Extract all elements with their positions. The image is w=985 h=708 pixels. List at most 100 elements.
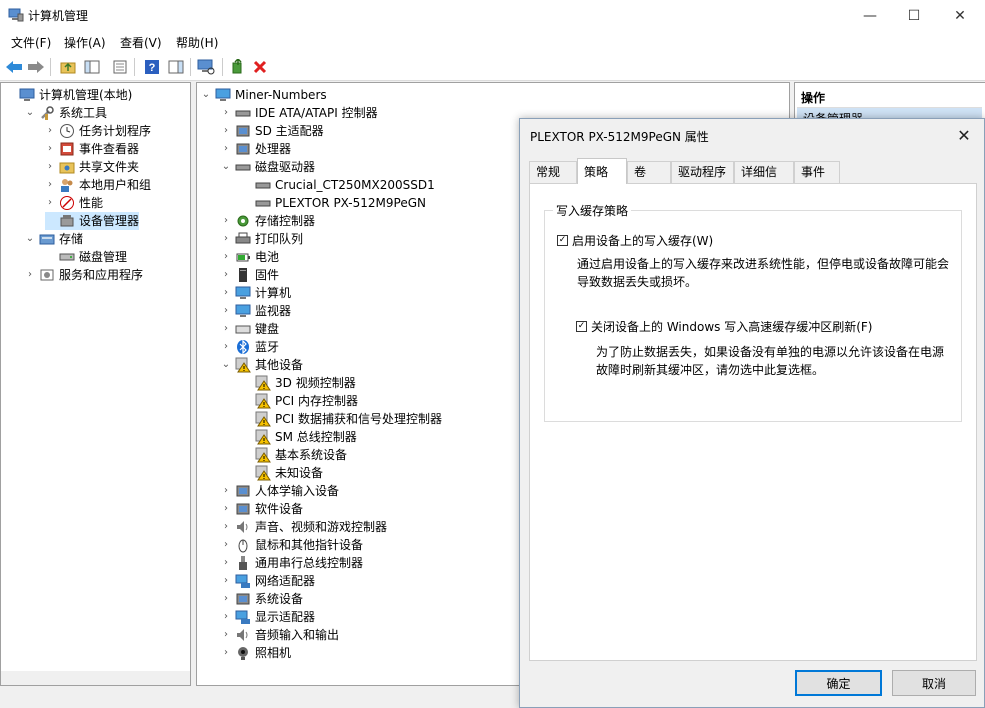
back-arrow-icon[interactable] [4,57,24,77]
tree-device-manager[interactable]: 设备管理器 [45,212,140,230]
tab-volumes[interactable]: 卷 [627,161,671,183]
chevron-right-icon[interactable]: › [221,554,231,572]
device-tree-item[interactable]: › IDE ATA/ATAPI 控制器 [221,104,378,122]
chevron-right-icon[interactable]: › [221,266,231,284]
chevron-right-icon[interactable]: › [221,320,231,338]
chevron-right-icon[interactable]: › [221,518,231,536]
device-tree-item[interactable]: › 计算机 [221,284,291,302]
device-tree-item[interactable]: › 电池 [221,248,279,266]
show-hide-tree-icon[interactable] [82,57,102,77]
properties-icon[interactable] [110,57,130,77]
tree-shared-folders[interactable]: › 共享文件夹 [45,158,139,176]
chevron-right-icon[interactable]: › [221,338,231,356]
chevron-right-icon[interactable]: › [221,482,231,500]
maximize-button[interactable]: ☐ [891,0,937,31]
device-tree-item[interactable]: › 显示适配器 [221,608,315,626]
forward-arrow-icon[interactable] [26,57,46,77]
tab-driver[interactable]: 驱动程序 [671,161,734,183]
chevron-right-icon[interactable]: › [45,176,55,194]
minimize-button[interactable]: — [847,0,893,31]
help-icon[interactable]: ? [142,57,162,77]
device-tree-item[interactable]: › 声音、视频和游戏控制器 [221,518,387,536]
device-tree-item[interactable]: › 处理器 [221,140,291,158]
tree-services-applications[interactable]: › 服务和应用程序 [25,266,143,284]
device-tree-item[interactable]: PCI 数据捕获和信号处理控制器 [241,410,442,428]
chevron-right-icon[interactable]: › [221,302,231,320]
chevron-right-icon[interactable]: › [221,590,231,608]
device-tree-item[interactable]: ⌄ 磁盘驱动器 [221,158,315,176]
tree-event-viewer[interactable]: › 事件查看器 [45,140,139,158]
chevron-down-icon[interactable]: ⌄ [221,356,231,374]
chevron-down-icon[interactable]: ⌄ [25,104,35,122]
chevron-right-icon[interactable]: › [221,608,231,626]
menu-file[interactable]: 文件(F) [11,34,51,51]
turn-off-flush-option[interactable]: ✓ 关闭设备上的 Windows 写入高速缓存缓冲区刷新(F) [576,318,872,335]
device-tree-item[interactable]: 3D 视频控制器 [241,374,356,392]
chevron-right-icon[interactable]: › [25,266,35,284]
device-tree-item[interactable]: › 鼠标和其他指针设备 [221,536,363,554]
chevron-right-icon[interactable]: › [221,284,231,302]
menu-action[interactable]: 操作(A) [64,34,106,51]
device-tree-item[interactable]: › 固件 [221,266,279,284]
device-tree-item[interactable]: › 存储控制器 [221,212,315,230]
device-tree-item[interactable]: › SD 主适配器 [221,122,324,140]
chevron-right-icon[interactable]: › [45,140,55,158]
device-tree-item[interactable]: › 监视器 [221,302,291,320]
device-tree-item[interactable]: › 通用串行总线控制器 [221,554,363,572]
device-tree-item[interactable]: PLEXTOR PX-512M9PeGN [241,194,426,212]
dialog-close-button[interactable]: ✕ [952,123,976,147]
chevron-right-icon[interactable]: › [221,248,231,266]
tab-general[interactable]: 常规 [529,161,577,183]
device-tree-item[interactable]: › 软件设备 [221,500,303,518]
horizontal-scrollbar[interactable] [1,671,190,685]
tree-storage[interactable]: ⌄ 存储 [25,230,83,248]
tab-details[interactable]: 详细信息 [734,161,794,200]
device-tree-item[interactable]: › 系统设备 [221,590,303,608]
device-tree-item[interactable]: › 音频输入和输出 [221,626,339,644]
chevron-right-icon[interactable]: › [45,158,55,176]
menu-help[interactable]: 帮助(H) [176,34,218,51]
chevron-right-icon[interactable]: › [221,572,231,590]
device-tree-item[interactable]: › 人体学输入设备 [221,482,339,500]
chevron-right-icon[interactable]: › [221,644,231,662]
device-tree-item[interactable]: › 键盘 [221,320,279,338]
scan-hardware-icon[interactable] [196,57,216,77]
up-folder-icon[interactable] [58,57,78,77]
device-tree-item[interactable]: 基本系统设备 [241,446,347,464]
chevron-right-icon[interactable]: › [221,626,231,644]
device-tree-item[interactable]: ⌄ 其他设备 [221,356,303,374]
device-tree-item[interactable]: › 打印队列 [221,230,303,248]
chevron-right-icon[interactable]: › [221,230,231,248]
chevron-right-icon[interactable]: › [221,104,231,122]
device-tree-item[interactable]: 未知设备 [241,464,323,482]
chevron-right-icon[interactable]: › [45,122,55,140]
chevron-right-icon[interactable]: › [221,500,231,518]
device-tree-item[interactable]: › 网络适配器 [221,572,315,590]
tab-events[interactable]: 事件 [794,161,840,183]
tab-policies[interactable]: 策略 [577,158,627,184]
uninstall-icon[interactable] [250,57,270,77]
chevron-down-icon[interactable]: ⌄ [25,230,35,248]
turn-off-flush-checkbox[interactable]: ✓ [576,321,587,332]
action-pane-icon[interactable] [166,57,186,77]
tree-task-scheduler[interactable]: › 任务计划程序 [45,122,151,140]
enable-write-cache-checkbox[interactable]: ✓ [557,235,568,246]
tree-computer-management-local[interactable]: 计算机管理(本地) [5,86,132,104]
device-tree-item[interactable]: Crucial_CT250MX200SSD1 [241,176,435,194]
device-tree-item[interactable]: › 照相机 [221,644,291,662]
chevron-right-icon[interactable]: › [221,122,231,140]
device-tree-item[interactable]: PCI 内存控制器 [241,392,358,410]
ok-button[interactable]: 确定 [795,670,882,696]
enable-write-cache-option[interactable]: ✓ 启用设备上的写入缓存(W) [557,232,713,249]
menu-view[interactable]: 查看(V) [120,34,162,51]
tree-system-tools[interactable]: ⌄ 系统工具 [25,104,107,122]
chevron-right-icon[interactable]: › [45,194,55,212]
chevron-down-icon[interactable]: ⌄ [221,158,231,176]
device-tree-item[interactable]: › 蓝牙 [221,338,279,356]
tree-performance[interactable]: › 性能 [45,194,103,212]
tree-local-users-groups[interactable]: › 本地用户和组 [45,176,151,194]
chevron-down-icon[interactable]: ⌄ [201,86,211,104]
update-driver-icon[interactable] [228,57,248,77]
chevron-right-icon[interactable]: › [221,212,231,230]
chevron-right-icon[interactable]: › [221,140,231,158]
